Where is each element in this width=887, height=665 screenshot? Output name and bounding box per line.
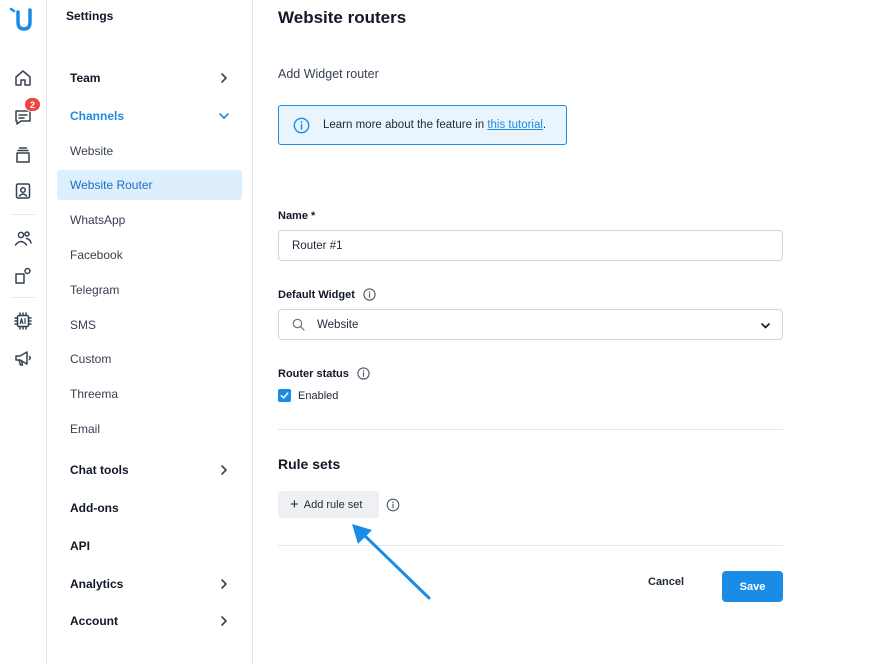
- default-widget-select[interactable]: Website: [278, 309, 783, 340]
- info-text: Learn more about the feature in: [323, 119, 485, 131]
- home-icon[interactable]: [12, 67, 34, 89]
- sidebar-item-website-router[interactable]: Website Router: [57, 170, 242, 200]
- app-logo-icon[interactable]: [8, 6, 38, 32]
- sidebar-item-telegram[interactable]: Telegram: [57, 275, 242, 305]
- router-status-label: Router status: [278, 367, 370, 380]
- info-suffix: .: [542, 119, 547, 131]
- section-divider: [278, 429, 783, 430]
- info-icon[interactable]: [357, 367, 370, 380]
- sidebar-item-email[interactable]: Email: [57, 414, 242, 444]
- default-widget-label-text: Default Widget: [278, 288, 355, 301]
- info-icon[interactable]: [363, 288, 376, 301]
- sidebar-item-label: API: [70, 539, 91, 553]
- annotation-arrow-icon: [352, 524, 431, 600]
- sidebar-item-label: Team: [70, 71, 101, 85]
- sidebar-item-account[interactable]: Account: [57, 606, 242, 636]
- rail-divider: [11, 297, 35, 298]
- sidebar-item-team[interactable]: Team: [57, 63, 242, 93]
- sidebar-item-label: Facebook: [70, 248, 123, 262]
- chevron-right-icon: [218, 615, 230, 627]
- chevron-down-icon: [218, 110, 230, 122]
- sidebar-item-label: Email: [70, 422, 101, 436]
- chevron-right-icon: [218, 72, 230, 84]
- notification-badge: 2: [24, 97, 41, 112]
- sidebar-item-label: Chat tools: [70, 463, 129, 477]
- contacts-icon[interactable]: [12, 180, 34, 202]
- settings-nav: Settings Team Channels Website Website R…: [48, 0, 253, 665]
- sidebar-item-custom[interactable]: Custom: [57, 344, 242, 374]
- sidebar-item-whatsapp[interactable]: WhatsApp: [57, 205, 242, 235]
- info-icon[interactable]: [386, 498, 400, 512]
- chevron-right-icon: [218, 578, 230, 590]
- tutorial-link[interactable]: this tutorial: [487, 119, 543, 131]
- info-banner: Learn more about the feature in this tut…: [278, 105, 567, 145]
- name-input[interactable]: Router #1: [278, 230, 783, 261]
- sidebar-item-label: Website Router: [70, 178, 153, 192]
- sidebar-item-label: Add-ons: [70, 501, 119, 515]
- sidebar-item-label: Account: [70, 614, 118, 628]
- sidebar-item-label: SMS: [70, 318, 97, 332]
- sidebar-item-label: Custom: [70, 352, 112, 366]
- sidebar-item-label: WhatsApp: [70, 213, 126, 227]
- name-label-text: Name *: [278, 210, 316, 222]
- router-enabled-checkbox[interactable]: Enabled: [278, 389, 338, 402]
- team-icon[interactable]: [12, 227, 34, 249]
- sidebar-item-threema[interactable]: Threema: [57, 379, 242, 409]
- save-button[interactable]: Save: [722, 571, 783, 602]
- checkbox-label: Enabled: [298, 389, 339, 402]
- add-rule-set-button[interactable]: + Add rule set: [278, 491, 379, 518]
- sidebar-item-channels[interactable]: Channels: [57, 101, 242, 131]
- chevron-right-icon: [218, 464, 230, 476]
- sidebar-item-analytics[interactable]: Analytics: [57, 569, 242, 599]
- sidebar-item-api[interactable]: API: [57, 531, 242, 561]
- megaphone-icon[interactable]: [12, 347, 34, 369]
- plus-icon: +: [290, 496, 299, 513]
- name-input-value: Router #1: [292, 239, 343, 252]
- sidebar-item-add-ons[interactable]: Add-ons: [57, 493, 242, 523]
- sidebar-item-sms[interactable]: SMS: [57, 310, 242, 340]
- sidebar-item-label: Threema: [70, 387, 119, 401]
- router-status-label-text: Router status: [278, 367, 349, 380]
- sidebar-item-label: Analytics: [70, 577, 124, 591]
- ai-chip-icon[interactable]: [12, 310, 34, 332]
- page-title: Website routers: [278, 8, 407, 27]
- sidebar-item-label: Website: [70, 144, 114, 158]
- settings-title: Settings: [66, 9, 114, 23]
- name-label: Name *: [278, 210, 315, 222]
- search-icon: [292, 318, 305, 331]
- info-icon: [293, 117, 310, 133]
- sidebar-item-website[interactable]: Website: [57, 136, 242, 166]
- sidebar-item-chat-tools[interactable]: Chat tools: [57, 455, 242, 485]
- integrations-icon[interactable]: [12, 265, 34, 287]
- default-widget-value: Website: [317, 318, 359, 331]
- checkmark-icon[interactable]: [278, 389, 291, 402]
- sidebar-item-label: Channels: [70, 109, 125, 123]
- rail-divider: [11, 214, 35, 215]
- add-rule-set-label: Add rule set: [303, 498, 363, 511]
- sidebar-item-facebook[interactable]: Facebook: [57, 240, 242, 270]
- sidebar-item-label: Telegram: [70, 283, 120, 297]
- icon-rail: 2: [0, 0, 47, 665]
- default-widget-label: Default Widget: [278, 288, 376, 301]
- cancel-button[interactable]: Cancel: [648, 576, 684, 588]
- inbox-stack-icon[interactable]: [12, 144, 34, 166]
- chevron-down-icon: [761, 323, 770, 329]
- rule-sets-title: Rule sets: [278, 456, 341, 472]
- page-subtitle: Add Widget router: [278, 67, 379, 81]
